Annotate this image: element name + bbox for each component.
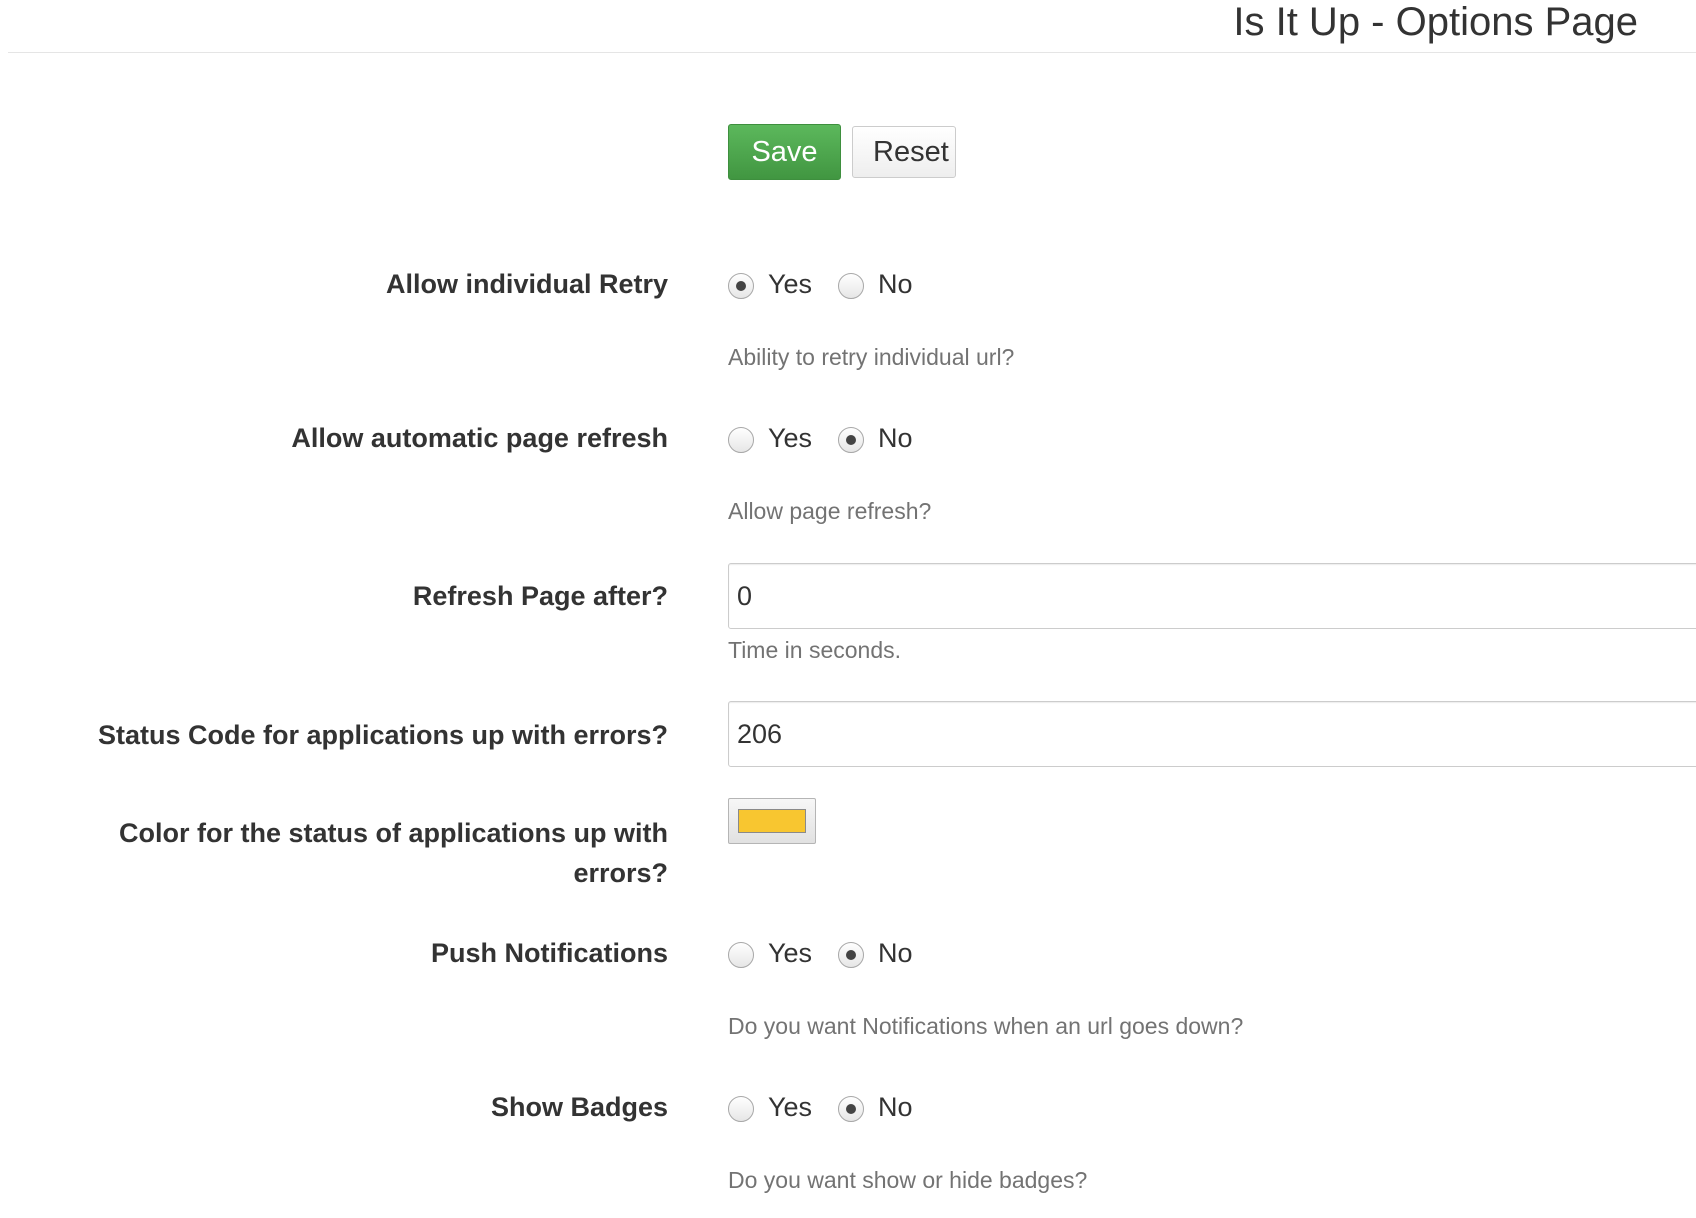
badges-radio-group: Yes No [728, 1087, 939, 1127]
radio-unchecked-icon[interactable] [838, 273, 865, 299]
refresh-after-help-text: Time in seconds. [728, 637, 901, 663]
radio-unchecked-icon[interactable] [728, 942, 754, 968]
refresh-yes-option[interactable]: Yes [728, 423, 812, 454]
refresh-no-label: No [878, 422, 913, 453]
page-header: Is It Up - Options Page [8, 0, 1696, 53]
status-color-label: Color for the status of applications up … [118, 818, 668, 888]
push-help-text: Do you want Notifications when an url go… [728, 1013, 1244, 1039]
refresh-after-input[interactable] [728, 563, 1696, 629]
reset-button[interactable]: Reset [852, 126, 956, 178]
push-no-label: No [878, 937, 913, 968]
push-yes-label: Yes [768, 937, 813, 968]
color-swatch [738, 809, 806, 833]
page-title: Is It Up - Options Page [1233, 0, 1638, 44]
radio-checked-icon[interactable] [838, 1096, 865, 1122]
refresh-after-label: Refresh Page after? [412, 581, 668, 611]
badges-yes-label: Yes [768, 1091, 813, 1122]
radio-checked-icon[interactable] [728, 273, 754, 299]
badges-label: Show Badges [490, 1092, 668, 1122]
retry-no-option[interactable]: No [838, 269, 913, 300]
radio-unchecked-icon[interactable] [728, 427, 754, 453]
save-button[interactable]: Save [728, 124, 841, 180]
retry-yes-option[interactable]: Yes [728, 269, 812, 300]
badges-no-option[interactable]: No [838, 1092, 913, 1123]
refresh-help-text: Allow page refresh? [728, 498, 932, 524]
radio-unchecked-icon[interactable] [728, 1096, 754, 1122]
badges-yes-option[interactable]: Yes [728, 1092, 812, 1123]
refresh-yes-label: Yes [768, 422, 813, 453]
badges-help-text: Do you want show or hide badges? [728, 1167, 1088, 1193]
status-code-input[interactable] [728, 701, 1696, 767]
status-code-label: Status Code for applications up with err… [97, 720, 668, 750]
retry-label: Allow individual Retry [385, 269, 668, 299]
retry-no-label: No [878, 268, 913, 299]
retry-help-text: Ability to retry individual url? [728, 344, 1015, 370]
color-picker[interactable] [728, 798, 816, 844]
push-radio-group: Yes No [728, 933, 939, 973]
push-yes-option[interactable]: Yes [728, 938, 812, 969]
push-no-option[interactable]: No [838, 938, 913, 969]
radio-checked-icon[interactable] [838, 427, 865, 453]
refresh-no-option[interactable]: No [838, 423, 913, 454]
form-actions: Save Reset [728, 124, 956, 180]
push-label: Push Notifications [430, 938, 668, 968]
refresh-radio-group: Yes No [728, 418, 939, 458]
badges-no-label: No [878, 1091, 913, 1122]
refresh-label: Allow automatic page refresh [291, 423, 668, 453]
retry-yes-label: Yes [768, 268, 813, 299]
retry-radio-group: Yes No [728, 264, 939, 304]
radio-checked-icon[interactable] [838, 942, 865, 968]
